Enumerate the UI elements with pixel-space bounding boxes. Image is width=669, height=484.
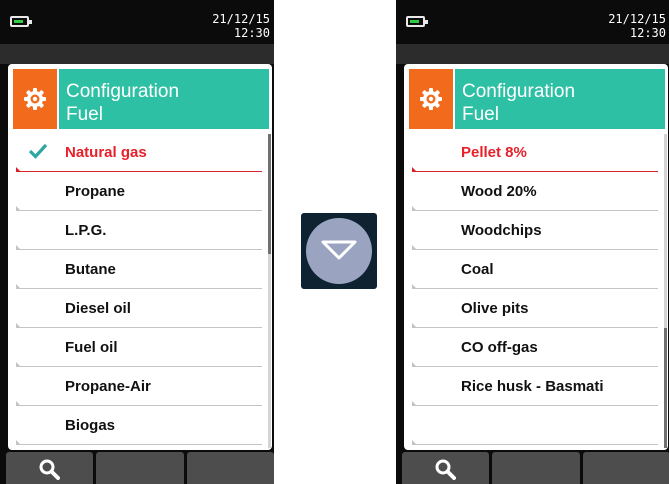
fuel-list: Natural gas Propane L.P.G. Butane Diesel… xyxy=(16,133,262,445)
clock: 21/12/15 12:30 xyxy=(608,12,666,40)
status-bar: 21/12/15 12:30 xyxy=(396,0,669,44)
list-item-label: L.P.G. xyxy=(65,222,107,239)
page-title: Configuration Fuel xyxy=(455,69,665,129)
list-item-label: Woodchips xyxy=(461,222,542,239)
status-bar: 21/12/15 12:30 xyxy=(0,0,274,44)
list-item[interactable]: Biogas xyxy=(16,406,262,445)
page-title: Configuration Fuel xyxy=(59,69,269,129)
clock-date: 21/12/15 xyxy=(608,12,666,26)
list-item[interactable]: Butane xyxy=(16,250,262,289)
header-band xyxy=(0,44,274,64)
clock-time: 12:30 xyxy=(629,26,666,40)
list-item[interactable]: Fuel oil xyxy=(16,328,262,367)
search-softkey[interactable] xyxy=(402,452,489,484)
list-item[interactable]: Rice husk - Basmati xyxy=(412,367,658,406)
menu-panel: Configuration Fuel Natural gas Propane L… xyxy=(8,64,272,450)
battery-icon xyxy=(10,16,32,27)
list-item-label: Coal xyxy=(461,261,494,278)
list-item-label: Propane xyxy=(65,183,126,200)
softkey-2[interactable] xyxy=(492,452,580,484)
list-item-label: Diesel oil xyxy=(65,300,131,317)
softkey-3[interactable] xyxy=(187,452,274,484)
check-icon xyxy=(28,143,48,159)
row-marker xyxy=(16,440,21,445)
list-item[interactable]: CO off-gas xyxy=(412,328,658,367)
gear-icon xyxy=(24,88,46,110)
list-item[interactable]: Propane-Air xyxy=(16,367,262,406)
softkey-2[interactable] xyxy=(96,452,184,484)
list-item-label: Wood 20% xyxy=(461,183,537,200)
list-item-label: CO off-gas xyxy=(461,339,538,356)
list-item[interactable]: Pellet 8% xyxy=(412,133,658,172)
list-item[interactable] xyxy=(412,406,658,445)
list-item-label: Natural gas xyxy=(65,144,147,161)
list-item[interactable]: L.P.G. xyxy=(16,211,262,250)
scrollbar-thumb[interactable] xyxy=(664,328,667,448)
list-item-label: Butane xyxy=(65,261,116,278)
gear-icon-tile xyxy=(13,69,57,129)
list-item[interactable]: Olive pits xyxy=(412,289,658,328)
battery-icon xyxy=(406,16,428,27)
triangle-down-icon xyxy=(321,240,357,260)
clock-time: 12:30 xyxy=(233,26,270,40)
header-band xyxy=(396,44,669,64)
title-line-2: Fuel xyxy=(66,104,103,125)
gear-icon xyxy=(420,88,442,110)
list-item-label: Fuel oil xyxy=(65,339,118,356)
list-item[interactable]: Coal xyxy=(412,250,658,289)
list-item[interactable]: Natural gas xyxy=(16,133,262,172)
list-item-label: Rice husk - Basmati xyxy=(461,378,604,395)
row-marker xyxy=(412,440,417,445)
list-item-label: Biogas xyxy=(65,417,116,434)
search-icon xyxy=(39,459,60,480)
softkey-3[interactable] xyxy=(583,452,669,484)
softkey-bar xyxy=(6,452,274,484)
clock-date: 21/12/15 xyxy=(212,12,270,26)
title-line-1: Configuration xyxy=(66,81,180,102)
list-item[interactable]: Diesel oil xyxy=(16,289,262,328)
search-softkey[interactable] xyxy=(6,452,93,484)
scrollbar[interactable] xyxy=(268,134,271,448)
list-item[interactable]: Woodchips xyxy=(412,211,658,250)
scrollbar-thumb[interactable] xyxy=(268,134,271,254)
menu-panel: Configuration Fuel Pellet 8% Wood 20% Wo… xyxy=(404,64,668,450)
list-item[interactable]: Propane xyxy=(16,172,262,211)
clock: 21/12/15 12:30 xyxy=(212,12,270,40)
title-line-2: Fuel xyxy=(462,104,499,125)
gear-icon-tile xyxy=(409,69,453,129)
fuel-list: Pellet 8% Wood 20% Woodchips Coal Olive … xyxy=(412,133,658,445)
search-icon xyxy=(435,459,456,480)
left-screen: 21/12/15 12:30 Configuration Fuel Natura… xyxy=(0,0,274,484)
softkey-bar xyxy=(402,452,669,484)
scroll-down-button[interactable] xyxy=(301,213,377,289)
list-item[interactable]: Wood 20% xyxy=(412,172,658,211)
right-screen: 21/12/15 12:30 Configuration Fuel Pellet… xyxy=(396,0,669,484)
scrollbar[interactable] xyxy=(664,134,667,448)
list-item-label: Pellet 8% xyxy=(461,144,527,161)
title-line-1: Configuration xyxy=(462,81,576,102)
list-item-label: Propane-Air xyxy=(65,378,151,395)
list-item-label: Olive pits xyxy=(461,300,529,317)
